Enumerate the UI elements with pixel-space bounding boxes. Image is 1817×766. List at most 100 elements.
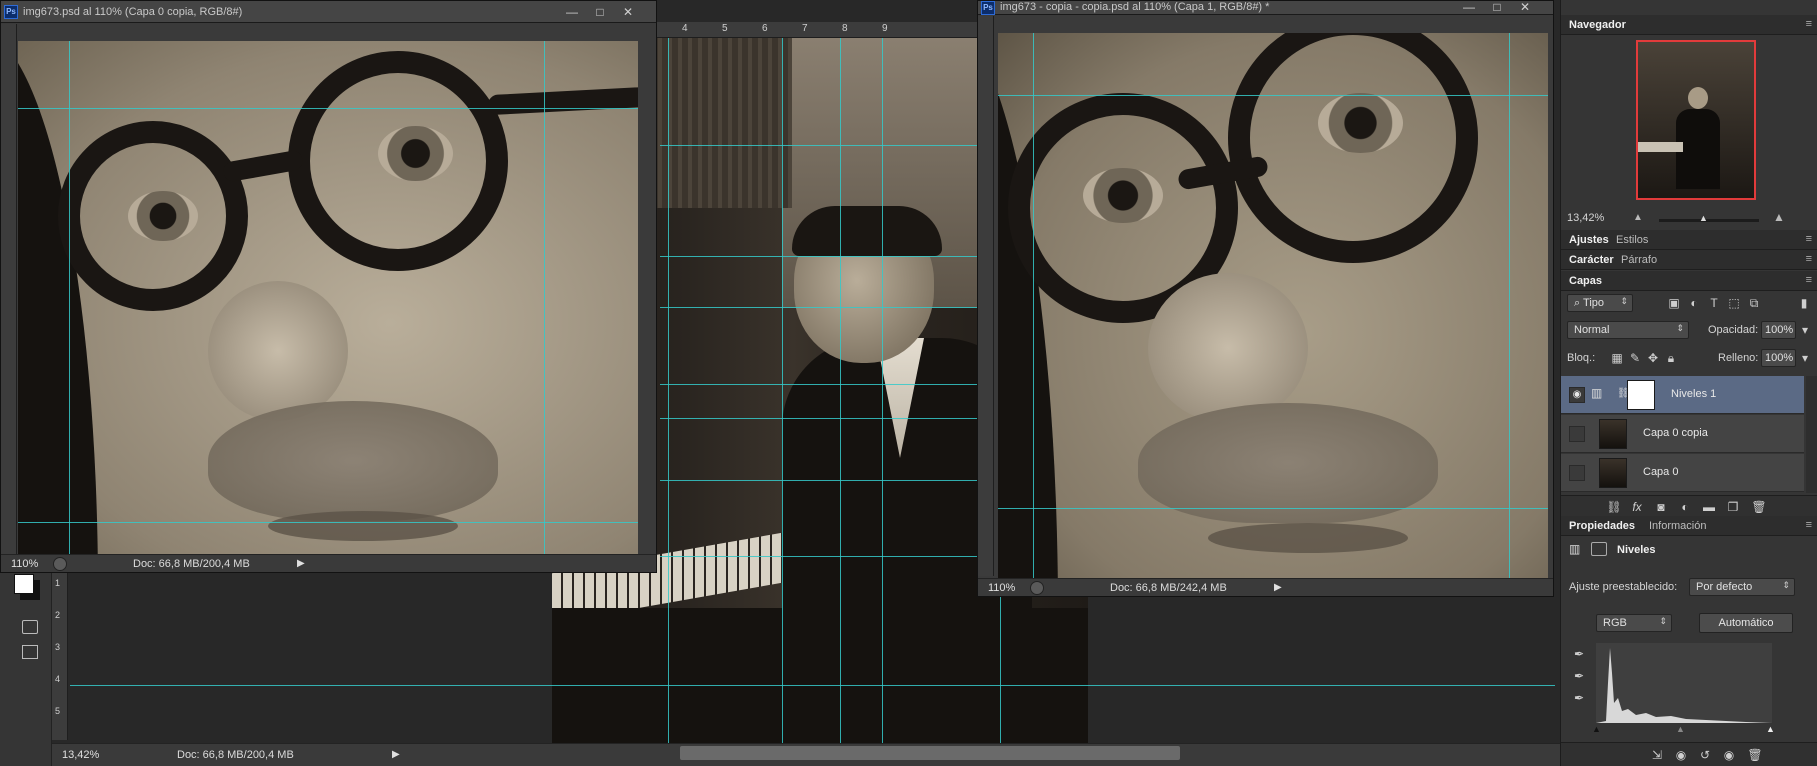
vertical-ruler[interactable] bbox=[978, 16, 994, 576]
document-window-right[interactable]: Ps img673 - copia - copia.psd al 110% (C… bbox=[977, 0, 1554, 597]
guide-line[interactable] bbox=[1033, 33, 1034, 578]
tab-navigator[interactable]: Navegador bbox=[1569, 19, 1626, 31]
guide-line[interactable] bbox=[660, 480, 980, 481]
layers-panel-header[interactable]: Capas ≡ bbox=[1561, 271, 1817, 291]
visibility-toggle[interactable] bbox=[1569, 426, 1585, 442]
tab-estilos[interactable]: Estilos bbox=[1616, 234, 1648, 246]
midtone-handle[interactable]: ▲ bbox=[1676, 724, 1685, 734]
guide-line[interactable] bbox=[18, 108, 638, 109]
input-levels-slider[interactable]: ▲ ▲ ▲ bbox=[1592, 724, 1775, 734]
status-icon[interactable] bbox=[1030, 581, 1044, 595]
guide-line[interactable] bbox=[660, 256, 980, 257]
delete-layer-icon[interactable]: 🗑︎ bbox=[1751, 499, 1767, 515]
zoom-level[interactable]: 110% bbox=[11, 558, 38, 570]
status-menu-arrow-icon[interactable]: ▶ bbox=[392, 749, 400, 760]
auto-button[interactable]: Automático bbox=[1699, 613, 1793, 633]
zoom-slider[interactable] bbox=[1659, 219, 1759, 222]
lock-paint-icon[interactable]: ✎ bbox=[1627, 350, 1643, 366]
tab-caracter[interactable]: Carácter bbox=[1569, 254, 1614, 266]
guide-line[interactable] bbox=[18, 522, 638, 523]
status-icon[interactable] bbox=[53, 557, 67, 571]
guide-line[interactable] bbox=[544, 41, 545, 554]
navigator-zoom[interactable]: 13,42% bbox=[1567, 212, 1604, 224]
maximize-button[interactable]: □ bbox=[1487, 0, 1507, 15]
zoom-level[interactable]: 13,42% bbox=[62, 749, 99, 761]
gray-eyedropper-icon[interactable]: ✒ bbox=[1571, 668, 1587, 684]
guide-line[interactable] bbox=[882, 38, 883, 743]
guide-line[interactable] bbox=[660, 307, 980, 308]
zoom-level[interactable]: 110% bbox=[988, 582, 1015, 594]
guide-line[interactable] bbox=[668, 38, 669, 743]
navigator-preview[interactable] bbox=[1636, 40, 1756, 200]
delete-adjustment-icon[interactable]: 🗑︎ bbox=[1747, 747, 1763, 763]
navigator-panel-header[interactable]: Navegador ≡ bbox=[1561, 15, 1817, 35]
close-button[interactable]: ✕ bbox=[1515, 0, 1535, 15]
fill-dropdown-icon[interactable]: ▾ bbox=[1797, 350, 1813, 366]
white-eyedropper-icon[interactable]: ✒ bbox=[1571, 690, 1587, 706]
guide-line[interactable] bbox=[660, 384, 980, 385]
horizontal-ruler[interactable]: 3 4 5 6 7 8 9 bbox=[640, 22, 980, 38]
layer-item-capa-0-copia[interactable]: Capa 0 copia bbox=[1561, 415, 1804, 453]
minimize-button[interactable]: — bbox=[562, 4, 582, 20]
screen-mode-icon[interactable] bbox=[22, 645, 38, 659]
image-filter-icon[interactable]: ▣ bbox=[1666, 295, 1682, 311]
link-layers-icon[interactable]: ⛓︎ bbox=[1606, 499, 1622, 515]
layer-style-icon[interactable]: fx bbox=[1629, 499, 1645, 515]
layer-filter-select[interactable]: ⌕ Tipo ⇕ bbox=[1567, 294, 1633, 312]
filter-toggle-icon[interactable]: ▮ bbox=[1796, 295, 1812, 311]
properties-panel-header[interactable]: Propiedades Información ≡ bbox=[1561, 516, 1817, 536]
tab-capas[interactable]: Capas bbox=[1569, 275, 1602, 287]
layer-mask-thumbnail[interactable] bbox=[1627, 380, 1655, 410]
guide-line[interactable] bbox=[660, 145, 980, 146]
blend-mode-select[interactable]: Normal ⇕ bbox=[1567, 321, 1689, 339]
new-group-icon[interactable]: ▬ bbox=[1701, 499, 1717, 515]
guide-line[interactable] bbox=[998, 95, 1548, 96]
panel-menu-icon[interactable]: ≡ bbox=[1806, 233, 1812, 245]
smart-object-filter-icon[interactable]: ⧉ bbox=[1746, 295, 1762, 311]
visibility-toggle[interactable] bbox=[1569, 465, 1585, 481]
horizontal-scrollbar[interactable] bbox=[680, 746, 1180, 760]
adjustment-filter-icon[interactable]: ◐ bbox=[1686, 295, 1702, 311]
status-menu-arrow-icon[interactable]: ▶ bbox=[297, 558, 305, 569]
maximize-button[interactable]: □ bbox=[590, 4, 610, 20]
tab-ajustes[interactable]: Ajustes bbox=[1569, 234, 1609, 246]
lock-all-icon[interactable]: 🔒︎ bbox=[1663, 350, 1679, 366]
fill-input[interactable]: 100% bbox=[1761, 349, 1796, 367]
zoom-in-icon[interactable]: ▲ bbox=[1773, 210, 1793, 224]
lock-transparency-icon[interactable]: ▦ bbox=[1609, 350, 1625, 366]
close-button[interactable]: ✕ bbox=[618, 4, 638, 20]
black-eyedropper-icon[interactable]: ✒ bbox=[1571, 646, 1587, 662]
chain-link-icon[interactable]: ⛓︎ bbox=[1617, 388, 1630, 402]
guide-line[interactable] bbox=[840, 38, 841, 743]
panel-menu-icon[interactable]: ≡ bbox=[1806, 18, 1812, 30]
lock-position-icon[interactable]: ✥ bbox=[1645, 350, 1661, 366]
document-window-left[interactable]: Ps img673.psd al 110% (Capa 0 copia, RGB… bbox=[0, 0, 657, 573]
add-mask-icon[interactable]: ◙ bbox=[1653, 499, 1669, 515]
status-menu-arrow-icon[interactable]: ▶ bbox=[1274, 582, 1282, 593]
guide-line[interactable] bbox=[1509, 33, 1510, 578]
window-titlebar[interactable]: Ps img673.psd al 110% (Capa 0 copia, RGB… bbox=[1, 1, 656, 23]
window-titlebar[interactable]: Ps img673 - copia - copia.psd al 110% (C… bbox=[978, 0, 1553, 15]
guide-line[interactable] bbox=[660, 556, 980, 557]
panel-menu-icon[interactable]: ≡ bbox=[1806, 519, 1812, 531]
view-previous-icon[interactable]: ◉ bbox=[1673, 747, 1689, 763]
type-filter-icon[interactable]: T bbox=[1706, 295, 1722, 311]
character-panel-header[interactable]: Carácter Párrafo ≡ bbox=[1561, 250, 1817, 270]
preset-select[interactable]: Por defecto ⇕ bbox=[1689, 578, 1795, 596]
tab-parrafo[interactable]: Párrafo bbox=[1621, 254, 1657, 266]
guide-line[interactable] bbox=[782, 38, 783, 743]
canvas-left[interactable] bbox=[18, 41, 638, 554]
black-point-handle[interactable]: ▲ bbox=[1592, 724, 1601, 734]
zoom-slider-handle[interactable]: ▲ bbox=[1699, 213, 1708, 223]
adjustment-layer-icon[interactable]: ◐ bbox=[1677, 499, 1693, 515]
vertical-ruler[interactable] bbox=[1, 24, 17, 554]
foreground-color-swatch[interactable] bbox=[14, 574, 34, 594]
mask-icon[interactable] bbox=[1591, 542, 1607, 556]
layer-item-niveles-1[interactable]: ◉ ▥ ⛓︎ Niveles 1 bbox=[1561, 376, 1804, 414]
minimize-button[interactable]: — bbox=[1459, 0, 1479, 15]
visibility-eye-icon[interactable]: ◉ bbox=[1721, 747, 1737, 763]
quick-mask-icon[interactable] bbox=[22, 620, 38, 634]
reset-icon[interactable]: ↺ bbox=[1697, 747, 1713, 763]
zoom-out-icon[interactable]: ▲ bbox=[1633, 212, 1647, 223]
tab-informacion[interactable]: Información bbox=[1649, 520, 1706, 532]
